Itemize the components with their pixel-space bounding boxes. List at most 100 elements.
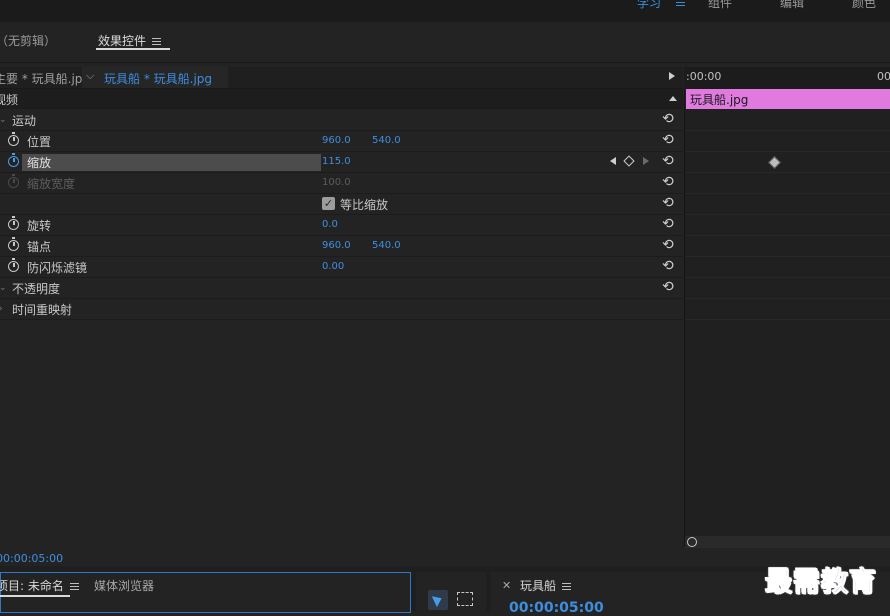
- timeline-row-divider: [685, 130, 890, 131]
- selected-row-highlight: [22, 154, 321, 171]
- motion-section[interactable]: ⌄ 运动 ⟲: [0, 110, 683, 131]
- chevron-down-icon: ⌵: [86, 69, 95, 82]
- motion-label: 运动: [12, 114, 37, 128]
- active-tab-underline: [96, 48, 170, 50]
- anchor-y-value[interactable]: 540.0: [372, 240, 401, 251]
- reset-icon[interactable]: ⟲: [662, 195, 674, 211]
- clip-selector-row: 主要 * 玩具船.jpg ⌵ 玩具船 * 玩具船.jpg: [0, 67, 683, 89]
- position-x-value[interactable]: 960.0: [322, 135, 351, 146]
- timeline-row-divider: [685, 214, 890, 215]
- reset-icon[interactable]: ⟲: [662, 111, 674, 127]
- next-keyframe-icon[interactable]: [643, 157, 649, 165]
- scale-width-value: 100.0: [322, 177, 351, 188]
- tab-effect-controls[interactable]: 效果控件: [98, 32, 162, 49]
- ruler-start-label: :00:00: [686, 70, 722, 83]
- stopwatch-icon[interactable]: [8, 237, 19, 251]
- anti-flicker-label: 防闪烁滤镜: [27, 261, 88, 275]
- position-y-value[interactable]: 540.0: [372, 135, 401, 146]
- stopwatch-icon[interactable]: [8, 258, 19, 272]
- rotation-value[interactable]: 0.0: [322, 219, 338, 230]
- time-remap-section[interactable]: › 时间重映射: [0, 299, 683, 320]
- scale-value[interactable]: 115.0: [322, 156, 351, 167]
- tab-project[interactable]: 项目: 未命名: [0, 577, 79, 594]
- reset-icon[interactable]: ⟲: [662, 258, 674, 274]
- tab-sequence-label: 玩具船: [520, 579, 557, 593]
- tab-project-label: 项目: 未命名: [0, 579, 64, 593]
- rotation-label: 旋转: [27, 219, 52, 233]
- scale-width-label: 缩放宽度: [27, 177, 76, 191]
- effect-timeline[interactable]: [684, 67, 890, 547]
- master-clip-label[interactable]: 主要 * 玩具船.jpg: [0, 70, 90, 87]
- property-row-anchor-point: 锚点 960.0 540.0 ⟲: [0, 236, 683, 257]
- timeline-row-divider: [685, 277, 890, 278]
- collapse-up-icon[interactable]: [669, 96, 677, 101]
- panel-menu-icon[interactable]: [562, 582, 572, 591]
- timeline-row-divider: [685, 193, 890, 194]
- property-row-anti-flicker: 防闪烁滤镜 0.00 ⟲: [0, 257, 683, 278]
- time-remap-label: 时间重映射: [12, 303, 73, 317]
- stopwatch-icon[interactable]: [8, 216, 19, 230]
- property-row-uniform-scale: ✓ 等比缩放 ⟲: [0, 194, 683, 215]
- anchor-x-value[interactable]: 960.0: [322, 240, 351, 251]
- position-label: 位置: [27, 135, 52, 149]
- previous-keyframe-icon[interactable]: [610, 157, 616, 165]
- reset-icon[interactable]: ⟲: [662, 237, 674, 253]
- workspace-assembly[interactable]: 组件: [708, 0, 732, 11]
- selection-tool-icon[interactable]: [428, 590, 448, 610]
- property-row-scale-width: 缩放宽度 100.0 ⟲: [0, 173, 683, 194]
- show-timeline-arrow-icon[interactable]: [669, 72, 675, 80]
- timeline-clip[interactable]: 玩具船.jpg: [686, 89, 890, 109]
- watermark-logo: 最需教育: [765, 567, 877, 599]
- anchor-point-label: 锚点: [27, 240, 52, 254]
- reset-icon[interactable]: ⟲: [662, 153, 674, 169]
- twirl-closed-icon[interactable]: ›: [0, 304, 3, 314]
- uniform-scale-checkbox[interactable]: ✓: [322, 197, 335, 210]
- active-tab-underline: [0, 595, 70, 597]
- timeline-row-divider: [685, 256, 890, 257]
- panel-menu-icon[interactable]: [69, 582, 79, 591]
- reset-icon[interactable]: ⟲: [662, 216, 674, 232]
- close-icon[interactable]: ✕: [502, 579, 511, 592]
- twirl-open-icon[interactable]: ⌄: [0, 115, 7, 125]
- stopwatch-icon[interactable]: [8, 132, 19, 146]
- opacity-label: 不透明度: [12, 282, 61, 296]
- current-timecode[interactable]: 00:00:05:00: [0, 552, 63, 565]
- uniform-scale-label: 等比缩放: [340, 198, 389, 212]
- tab-media-browser[interactable]: 媒体浏览器: [94, 577, 154, 594]
- add-keyframe-icon[interactable]: [623, 155, 635, 167]
- zoom-handle[interactable]: [687, 537, 697, 547]
- reset-icon[interactable]: ⟲: [662, 174, 674, 190]
- opacity-section[interactable]: ⌄ 不透明度 ⟲: [0, 278, 683, 299]
- sequence-clip-dropdown[interactable]: ⌵ 玩具船 * 玩具船.jpg: [82, 67, 228, 88]
- property-row-scale: 缩放 115.0 ⟲: [0, 152, 683, 173]
- timeline-row-divider: [685, 235, 890, 236]
- property-row-position: 位置 960.0 540.0 ⟲: [0, 131, 683, 152]
- sequence-clip-label: 玩具船 * 玩具船.jpg: [104, 72, 213, 86]
- sequence-timecode[interactable]: 00:00:05:00: [509, 600, 604, 616]
- workspace-learn[interactable]: 学习: [637, 0, 661, 11]
- panel-header: （无剪辑） 效果控件: [0, 24, 890, 63]
- stopwatch-active-icon[interactable]: [8, 153, 19, 167]
- tab-sequence[interactable]: 玩具船: [520, 577, 572, 594]
- reset-icon[interactable]: ⟲: [662, 279, 674, 295]
- workspace-menu-icon[interactable]: [676, 0, 685, 9]
- property-row-rotation: 旋转 0.0 ⟲: [0, 215, 683, 236]
- timeline-row-divider: [685, 151, 890, 152]
- anti-flicker-value[interactable]: 0.00: [322, 261, 344, 272]
- timeline-clip-label: 玩具船.jpg: [690, 93, 749, 107]
- video-effects-label: 视频: [0, 93, 19, 107]
- timeline-ruler[interactable]: :00:00 00: [684, 67, 890, 89]
- video-effects-header: 视频: [0, 89, 683, 109]
- workspace-color[interactable]: 颜色: [852, 0, 876, 11]
- timeline-zoom-scrollbar[interactable]: [685, 536, 890, 548]
- timeline-row-divider: [685, 319, 890, 320]
- workspace-editing[interactable]: 编辑: [780, 0, 804, 11]
- timeline-row-divider: [685, 298, 890, 299]
- tab-source[interactable]: （无剪辑）: [0, 32, 56, 49]
- tab-effect-controls-label: 效果控件: [98, 34, 147, 48]
- twirl-open-icon[interactable]: ⌄: [0, 283, 7, 293]
- reset-icon[interactable]: ⟲: [662, 132, 674, 148]
- scale-label: 缩放: [27, 156, 52, 170]
- panel-menu-icon[interactable]: [152, 37, 162, 46]
- track-select-tool-icon[interactable]: [457, 592, 473, 606]
